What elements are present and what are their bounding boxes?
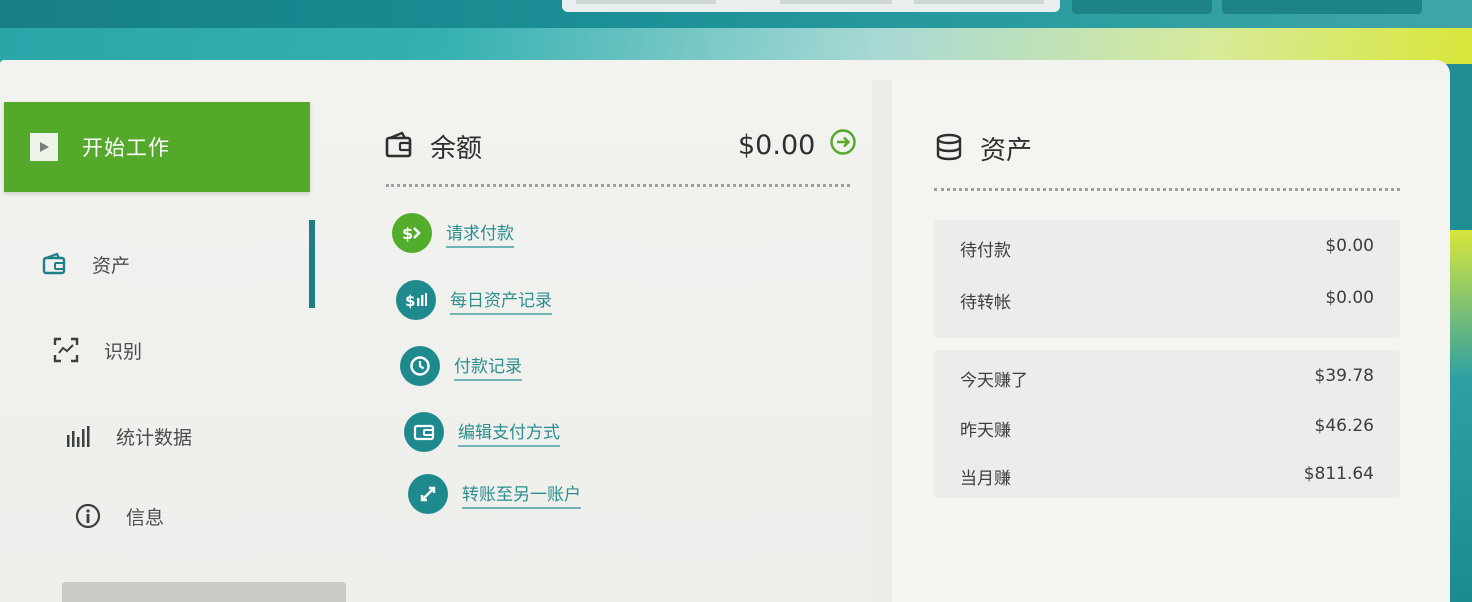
row-value: $0.00: [1325, 236, 1374, 256]
row-value: $46.26: [1314, 416, 1374, 436]
sidebar-item-label: 资产: [92, 254, 131, 277]
row-label: 当月赚: [960, 469, 1011, 489]
row-value: $0.00: [1325, 288, 1374, 308]
column-divider: [872, 80, 892, 602]
edit-payment-method-link[interactable]: 编辑支付方式: [404, 412, 560, 452]
balance-value: $0.00: [738, 130, 816, 161]
top-background: [0, 0, 1472, 64]
dollar-request-icon: $: [392, 213, 432, 253]
play-icon: [30, 133, 58, 161]
action-label: 付款记录: [454, 352, 522, 381]
balance-amount: $0.00: [738, 128, 857, 163]
pending-transfer-row: 待转帐 $0.00: [934, 288, 1400, 313]
earnings-box: 今天赚了 $39.78 昨天赚 $46.26 当月赚 $811.64: [934, 350, 1400, 498]
info-icon: [74, 502, 102, 530]
arrow-right-circle-icon[interactable]: [815, 128, 857, 163]
request-payment-link[interactable]: $ 请求付款: [392, 213, 514, 253]
svg-text:$: $: [405, 292, 415, 310]
sidebar-item-info[interactable]: 信息: [74, 502, 164, 530]
row-label: 昨天赚: [960, 421, 1011, 441]
start-work-button[interactable]: 开始工作: [4, 102, 310, 192]
yesterday-earnings-row: 昨天赚 $46.26: [934, 416, 1400, 441]
scan-icon: [52, 336, 80, 364]
assets-header: 资产: [934, 130, 1032, 167]
dollar-chart-icon: $: [396, 280, 436, 320]
start-work-label: 开始工作: [82, 136, 170, 160]
action-label: 编辑支付方式: [458, 418, 560, 447]
action-label: 每日资产记录: [450, 286, 552, 315]
payment-history-link[interactable]: 付款记录: [400, 346, 522, 386]
action-label: 请求付款: [446, 219, 514, 248]
history-icon: [400, 346, 440, 386]
row-value: $811.64: [1303, 464, 1374, 484]
assets-section: 资产 待付款 $0.00 待转帐 $0.00 今天赚了 $39.78 昨天赚 $…: [892, 80, 1450, 602]
row-label: 待转帐: [960, 293, 1011, 313]
sidebar-bottom-item[interactable]: [62, 582, 346, 602]
month-earnings-row: 当月赚 $811.64: [934, 464, 1400, 489]
divider: [934, 188, 1400, 191]
svg-text:$: $: [402, 224, 413, 243]
top-tab[interactable]: [1222, 0, 1422, 14]
sidebar-item-label: 识别: [104, 340, 143, 363]
divider: [386, 184, 850, 187]
sidebar-item-label: 信息: [126, 506, 165, 529]
transfer-icon: [408, 474, 448, 514]
assets-title: 资产: [980, 136, 1033, 166]
balance-section: 余额 $0.00 $ 请求付款 $ 每日资产记录 付款记录 编辑支付方式 转账至…: [380, 60, 860, 602]
top-stripe: [0, 28, 1472, 64]
database-icon: [934, 132, 964, 166]
daily-asset-record-link[interactable]: $ 每日资产记录: [396, 280, 552, 320]
sidebar: 开始工作 资产 识别 统计数据 信息: [0, 60, 346, 602]
balance-header: 余额: [384, 128, 482, 165]
wallet-icon: [40, 250, 68, 278]
transfer-account-link[interactable]: 转账至另一账户: [408, 474, 581, 514]
top-window: [562, 0, 1060, 12]
balance-title: 余额: [430, 134, 483, 164]
sidebar-item-label: 统计数据: [116, 426, 193, 449]
bar-chart-icon: [64, 422, 92, 450]
main-panel: 开始工作 资产 识别 统计数据 信息 余额 $0.00 $ 请求付款 $ 每日资…: [0, 60, 1450, 602]
sidebar-item-statistics[interactable]: 统计数据: [64, 422, 192, 450]
wallet-icon: [384, 130, 414, 164]
row-value: $39.78: [1314, 366, 1374, 386]
sidebar-item-assets[interactable]: 资产: [40, 250, 130, 278]
active-indicator: [309, 220, 315, 308]
wallet-icon: [404, 412, 444, 452]
row-label: 待付款: [960, 241, 1011, 261]
sidebar-item-recognize[interactable]: 识别: [52, 336, 142, 364]
action-label: 转账至另一账户: [462, 480, 581, 509]
row-label: 今天赚了: [960, 371, 1028, 391]
top-tab[interactable]: [1072, 0, 1212, 14]
today-earnings-row: 今天赚了 $39.78: [934, 366, 1400, 391]
pending-box: 待付款 $0.00 待转帐 $0.00: [934, 220, 1400, 338]
pending-payment-row: 待付款 $0.00: [934, 236, 1400, 261]
